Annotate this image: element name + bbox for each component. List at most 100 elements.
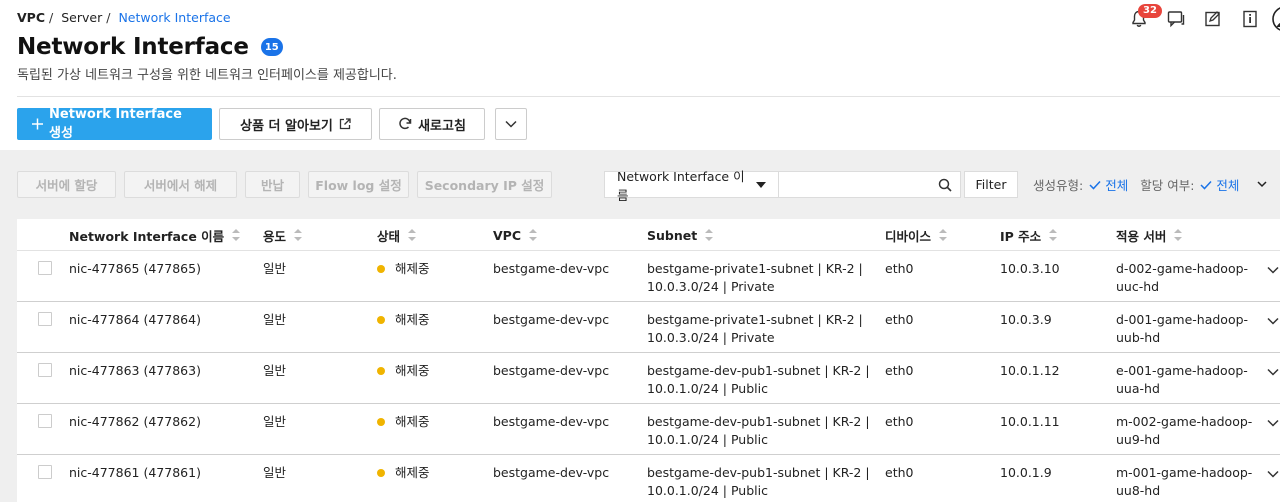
cell-usage: 일반 — [263, 465, 287, 480]
cell-ip: 10.0.1.12 — [1000, 363, 1060, 378]
breadcrumb-vpc[interactable]: VPC — [17, 10, 45, 25]
table-row[interactable]: nic-477861 (477861) 일반 해제중 bestgame-dev-… — [17, 455, 1280, 502]
server-line-2: uu9-hd — [1116, 432, 1161, 447]
column-header-server[interactable]: 적용 서버 — [1116, 219, 1183, 251]
column-header-subnet[interactable]: Subnet — [647, 219, 714, 251]
header-icons: 32 — [1100, 4, 1280, 32]
table-row[interactable]: nic-477864 (477864) 일반 해제중 bestgame-dev-… — [17, 302, 1280, 353]
cell-server: e-001-game-hadoop-uua-hd — [1116, 362, 1248, 398]
chat-icon[interactable] — [1165, 8, 1187, 30]
row-checkbox[interactable] — [38, 414, 52, 428]
cell-name[interactable]: nic-477861 (477861) — [69, 464, 201, 482]
more-actions-dropdown[interactable] — [495, 108, 527, 140]
subnet-line-1: bestgame-dev-pub1-subnet | KR-2 | — [647, 465, 870, 480]
sort-icon[interactable] — [232, 229, 241, 241]
cell-name[interactable]: nic-477865 (477865) — [69, 260, 201, 278]
search-input[interactable] — [779, 171, 961, 198]
column-header-device[interactable]: 디바이스 — [885, 219, 948, 251]
table-row[interactable]: nic-477862 (477862) 일반 해제중 bestgame-dev-… — [17, 404, 1280, 455]
release-from-server-button[interactable]: 서버에서 해제 — [124, 171, 237, 198]
check-icon — [1089, 180, 1101, 190]
cell-subnet: bestgame-dev-pub1-subnet | KR-2 | 10.0.1.… — [647, 362, 870, 398]
cell-device: eth0 — [885, 261, 914, 276]
expand-row-icon[interactable] — [1266, 314, 1280, 328]
info-icon[interactable] — [1239, 8, 1261, 30]
expand-row-icon[interactable] — [1266, 263, 1280, 277]
cell-usage: 일반 — [263, 261, 287, 276]
cell-device: eth0 — [885, 465, 914, 480]
sort-icon[interactable] — [529, 229, 538, 241]
column-label: IP 주소 — [1000, 228, 1042, 244]
column-header-name[interactable]: Network Interface 이름 — [69, 219, 241, 251]
flowlog-settings-button[interactable]: Flow log 설정 — [308, 171, 409, 198]
row-checkbox[interactable] — [38, 312, 52, 326]
row-checkbox[interactable] — [38, 465, 52, 479]
sort-icon[interactable] — [408, 229, 417, 241]
network-interface-table: Network Interface 이름 용도 상태 VPC Subnet 디바… — [17, 219, 1280, 502]
breadcrumb-current[interactable]: Network Interface — [118, 10, 230, 25]
edit-icon[interactable] — [1202, 8, 1224, 30]
cell-ip: 10.0.3.10 — [1000, 261, 1060, 276]
filter-options: 생성유형: 전체 할당 여부: 전체 — [1033, 171, 1267, 198]
cell-server: m-002-game-hadoop-uu9-hd — [1116, 413, 1252, 449]
sort-icon[interactable] — [294, 229, 303, 241]
expand-row-icon[interactable] — [1266, 365, 1280, 379]
status-text: 해제중 — [395, 465, 430, 480]
cell-usage: 일반 — [263, 363, 287, 378]
user-icon[interactable] — [1272, 6, 1280, 32]
table-row[interactable]: nic-477863 (477863) 일반 해제중 bestgame-dev-… — [17, 353, 1280, 404]
filter-button[interactable]: Filter — [964, 171, 1018, 198]
expand-row-icon[interactable] — [1266, 416, 1280, 430]
sort-icon[interactable] — [1174, 229, 1183, 241]
column-header-usage[interactable]: 용도 — [263, 219, 303, 251]
server-line-2: uuc-hd — [1116, 279, 1160, 294]
server-line-1: m-001-game-hadoop- — [1116, 465, 1253, 480]
breadcrumb-separator: / — [106, 10, 111, 25]
expand-row-icon[interactable] — [1266, 467, 1280, 481]
breadcrumb-server[interactable]: Server — [61, 10, 102, 25]
cell-name[interactable]: nic-477864 (477864) — [69, 311, 201, 329]
column-label: VPC — [493, 227, 522, 243]
filter-type-value: 전체 — [1105, 178, 1129, 193]
cell-name[interactable]: nic-477863 (477863) — [69, 362, 201, 380]
server-line-1: e-001-game-hadoop- — [1116, 363, 1248, 378]
cell-ip: 10.0.1.11 — [1000, 414, 1060, 429]
subnet-line-2: 10.0.1.0/24 | Public — [647, 483, 768, 498]
search-field-select[interactable]: Network Interface 이름 — [604, 169, 779, 203]
sort-icon[interactable] — [939, 229, 948, 241]
row-action-toolbar: 서버에 할당 서버에서 해제 반납 Flow log 설정 Secondary … — [17, 171, 552, 198]
filter-assign-select[interactable]: 전체 — [1200, 175, 1267, 194]
cell-status: 해제중 — [377, 464, 430, 482]
column-label: 상태 — [377, 228, 401, 244]
server-line-2: uu8-hd — [1116, 483, 1161, 498]
divider — [17, 96, 1280, 97]
refresh-button[interactable]: 새로고침 — [379, 108, 485, 140]
column-label: Subnet — [647, 227, 698, 243]
learn-more-button[interactable]: 상품 더 알아보기 — [219, 108, 372, 140]
search-icon[interactable] — [938, 178, 952, 192]
subnet-line-2: 10.0.1.0/24 | Public — [647, 432, 768, 447]
column-header-ip[interactable]: IP 주소 — [1000, 219, 1058, 251]
create-network-interface-button[interactable]: Network Interface 생성 — [17, 107, 212, 141]
cell-name[interactable]: nic-477862 (477862) — [69, 413, 201, 431]
row-checkbox[interactable] — [38, 363, 52, 377]
secondary-ip-settings-button[interactable]: Secondary IP 설정 — [417, 171, 552, 198]
subnet-line-1: bestgame-private1-subnet | KR-2 | — [647, 261, 863, 276]
bell-icon[interactable]: 32 — [1128, 4, 1162, 30]
row-checkbox[interactable] — [38, 261, 52, 275]
column-header-status[interactable]: 상태 — [377, 219, 417, 251]
breadcrumb-separator: / — [49, 10, 54, 25]
external-link-icon — [339, 118, 351, 130]
filter-type-select[interactable]: 전체 — [1089, 175, 1128, 194]
assign-to-server-button[interactable]: 서버에 할당 — [17, 171, 116, 198]
subnet-line-1: bestgame-dev-pub1-subnet | KR-2 | — [647, 363, 870, 378]
subnet-line-1: bestgame-dev-pub1-subnet | KR-2 | — [647, 414, 870, 429]
cell-status: 해제중 — [377, 362, 430, 380]
column-header-vpc[interactable]: VPC — [493, 219, 538, 251]
action-bar: Network Interface 생성 상품 더 알아보기 새로고침 — [17, 107, 527, 141]
status-dot — [377, 468, 385, 477]
table-row[interactable]: nic-477865 (477865) 일반 해제중 bestgame-dev-… — [17, 251, 1280, 302]
return-button[interactable]: 반납 — [245, 171, 300, 198]
sort-icon[interactable] — [1049, 229, 1058, 241]
sort-icon[interactable] — [705, 229, 714, 241]
